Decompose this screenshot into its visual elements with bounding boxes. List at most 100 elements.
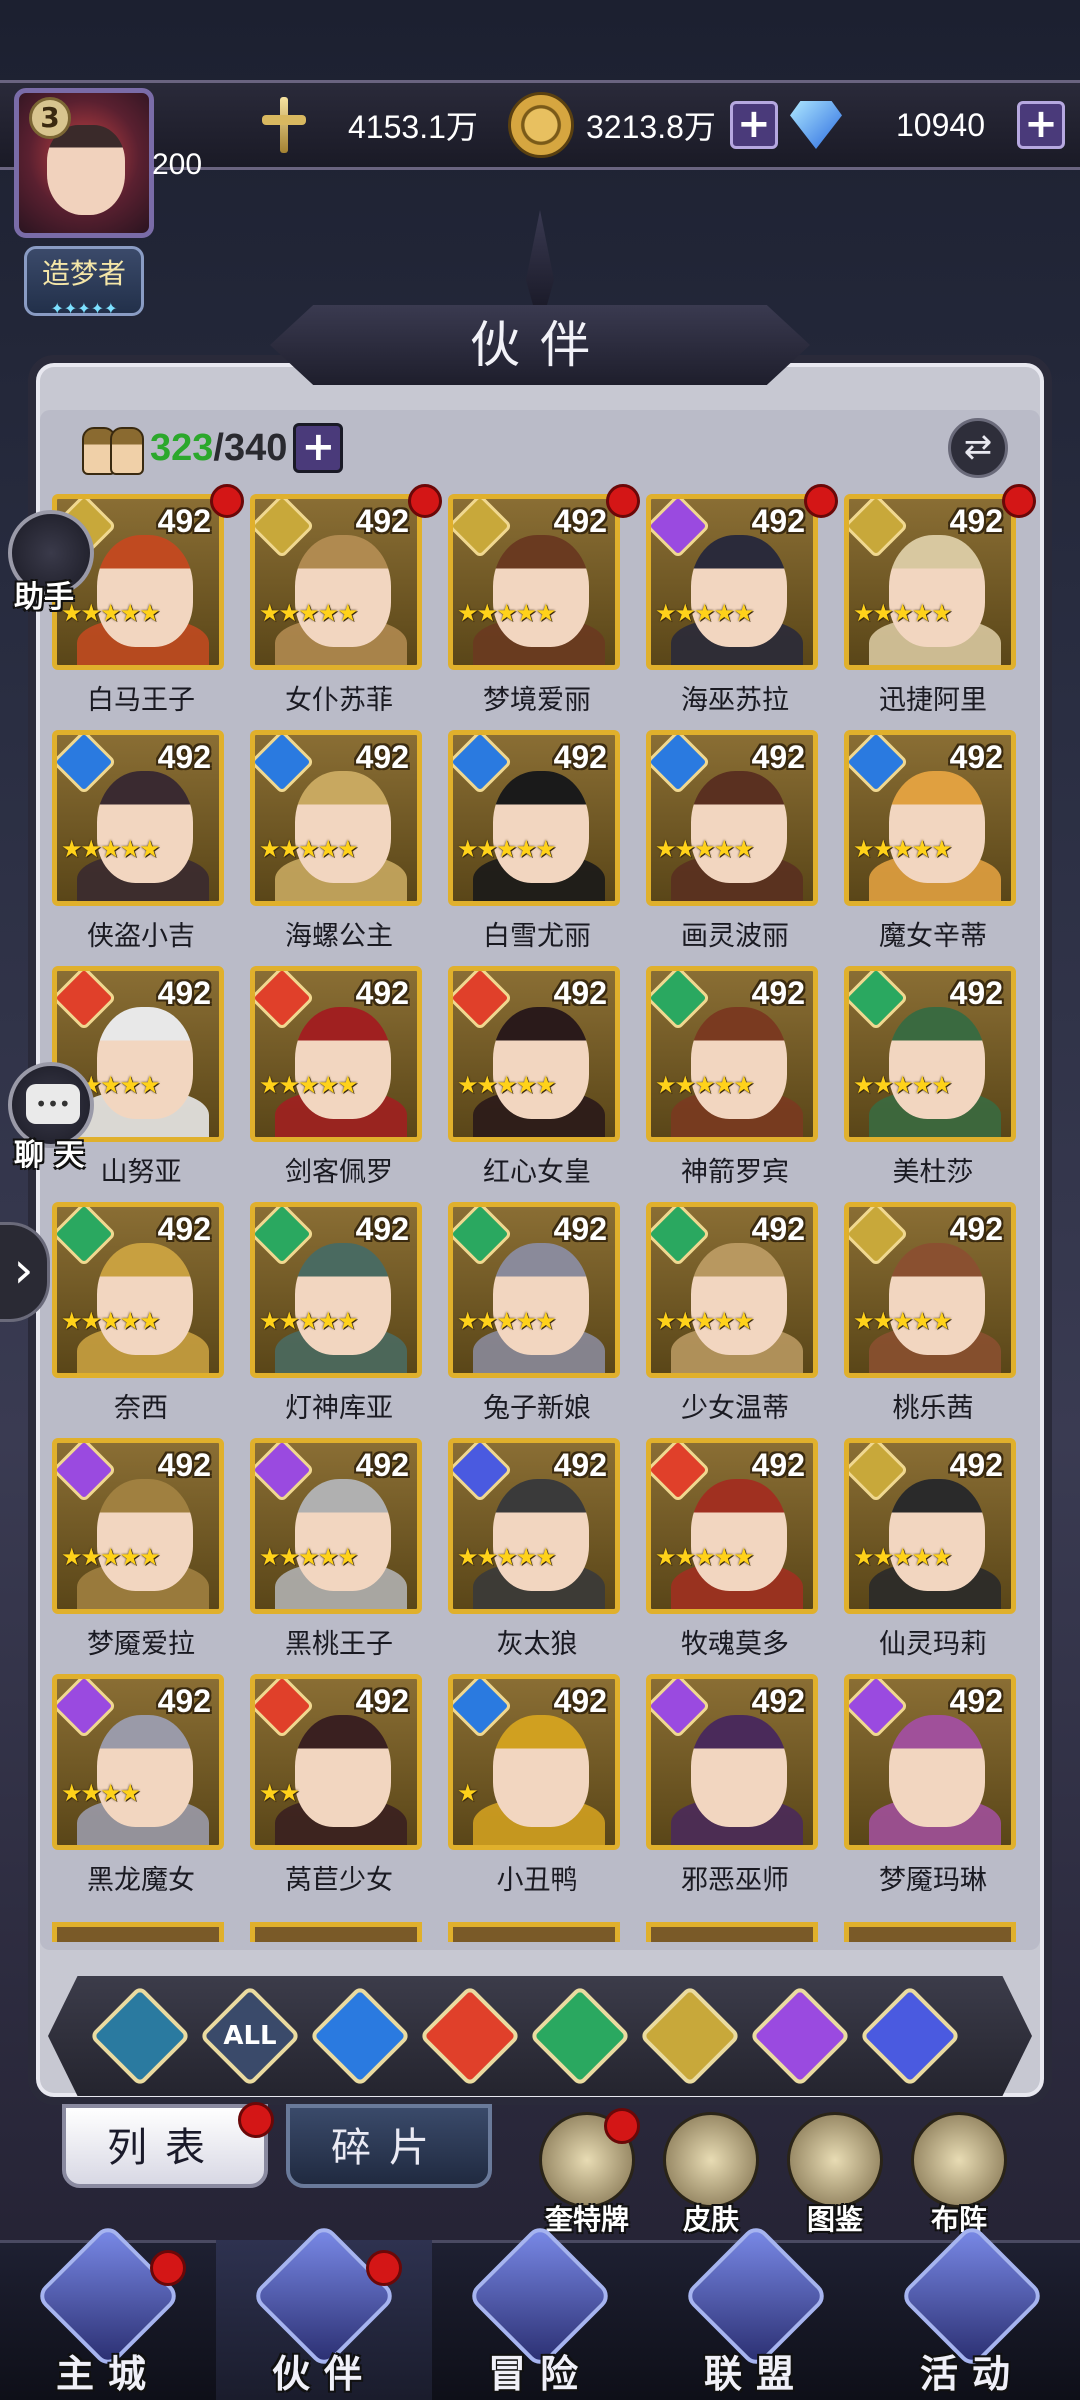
diamond-value: 10940 — [896, 106, 985, 143]
filter-label — [108, 2004, 172, 2068]
hero-card[interactable]: 492 ★★ 莴苣少女 — [250, 1674, 428, 1896]
player-level-badge: 3 — [29, 97, 71, 139]
nav-alliance-shield[interactable]: 联盟 — [648, 2222, 864, 2400]
hero-portrait — [493, 1007, 589, 1119]
hero-card-partial[interactable] — [52, 1922, 224, 1942]
hero-star-rating: ★★★★★ — [655, 1543, 755, 1571]
hero-level: 492 — [157, 1447, 211, 1483]
hero-card[interactable]: 492 ★★★★★ 奈西 — [52, 1202, 230, 1424]
hero-star-rating: ★★★★★ — [61, 835, 161, 863]
hero-card[interactable]: 492 ★★★★ 黑龙魔女 — [52, 1674, 230, 1896]
hero-star-rating: ★★★★★ — [655, 599, 755, 627]
hero-card[interactable]: 492 ★★★★★ 灯神库亚 — [250, 1202, 428, 1424]
tool-formation-button[interactable]: 布阵 — [904, 2112, 1014, 2238]
hero-name: 侠盗小吉 — [87, 921, 195, 952]
nav-castle[interactable]: 主城 — [0, 2222, 216, 2400]
hero-star-rating: ★ — [457, 1779, 478, 1807]
hero-card[interactable]: 492 ★★★★★ 梦境爱丽 — [448, 484, 640, 716]
hero-level: 492 — [751, 739, 805, 775]
player-title-plaque[interactable]: 造梦者 ✦✦✦✦✦ — [24, 246, 144, 317]
tool-codex-button[interactable]: 图鉴 — [780, 2112, 890, 2238]
hero-name: 红心女皇 — [483, 1157, 591, 1188]
hero-star-rating: ★★★★★ — [853, 1543, 953, 1571]
hero-portrait-frame: 492 ★★★★★ — [52, 1202, 224, 1378]
hero-portrait-frame: 492 ★★★★★ — [646, 494, 818, 670]
hero-name: 仙灵玛莉 — [879, 1629, 987, 1660]
hero-portrait — [97, 1479, 193, 1591]
hero-portrait — [691, 771, 787, 883]
light-element-icon — [255, 499, 315, 559]
hero-star-rating: ★★★★★ — [457, 835, 557, 863]
hero-portrait — [691, 1243, 787, 1355]
nav-adventure-compass[interactable]: 冒险 — [432, 2222, 648, 2400]
partner-count: 323/340 + — [80, 418, 344, 478]
hero-card[interactable]: 492 ★★★★★ 桃乐茜 — [844, 1202, 1022, 1424]
hero-star-rating: ★★★★★ — [853, 835, 953, 863]
hero-portrait-frame: 492 ★★★★★ — [448, 966, 620, 1142]
hero-card[interactable]: 492 ★★★★★ 灰太狼 — [448, 1438, 626, 1660]
hero-card[interactable]: 492 ★★★★★ 美杜莎 — [844, 966, 1022, 1188]
tool-skin-button[interactable]: 皮肤 — [656, 2112, 766, 2238]
hero-card[interactable]: 492 ★★★★★ 仙灵玛莉 — [844, 1438, 1022, 1660]
hero-card-partial[interactable] — [448, 1922, 620, 1942]
chat-label: 聊 天 — [14, 1138, 85, 1173]
hero-star-rating: ★★★★★ — [457, 1543, 557, 1571]
hero-name: 画灵波丽 — [681, 921, 789, 952]
hero-card-partial[interactable] — [844, 1922, 1016, 1942]
hero-portrait — [97, 535, 193, 647]
dark-element-icon — [651, 1679, 711, 1739]
filter-label — [548, 2004, 612, 2068]
diamond-display: 10940 + — [784, 92, 1065, 158]
gold-display: 3213.8万 + — [508, 92, 778, 158]
player-avatar[interactable]: 3 — [14, 88, 154, 238]
hero-card[interactable]: 492 ★★★★★ 海巫苏拉 — [646, 484, 838, 716]
hero-card[interactable]: 492 ★★★★★ 兔子新娘 — [448, 1202, 626, 1424]
hero-card[interactable]: 492 ★★★★★ 黑桃王子 — [250, 1438, 428, 1660]
hero-card-partial[interactable] — [250, 1922, 422, 1942]
hero-card[interactable]: 492 ★★★★★ 梦魇爱拉 — [52, 1438, 230, 1660]
diamond-icon — [784, 97, 848, 153]
hero-level: 492 — [553, 1683, 607, 1719]
hero-card[interactable]: 492 ★★★★★ 魔女辛蒂 — [844, 730, 1022, 952]
add-diamond-button[interactable]: + — [1016, 101, 1065, 149]
hero-card[interactable]: 492 ★★★★★ 女仆苏菲 — [250, 484, 442, 716]
tab-list[interactable]: 列表 — [62, 2102, 274, 2188]
hero-portrait — [889, 1243, 985, 1355]
hero-card[interactable]: 492 ★★★★★ 白雪尤丽 — [448, 730, 626, 952]
nav-activity-cards[interactable]: 活动 — [864, 2222, 1080, 2400]
hero-card[interactable]: 492 ★★★★★ 神箭罗宾 — [646, 966, 824, 1188]
fire-element-icon — [255, 1679, 315, 1739]
hero-card[interactable]: 492 ★★★★★ 牧魂莫多 — [646, 1438, 824, 1660]
hero-portrait — [295, 535, 391, 647]
hero-card[interactable]: 492 ★★★★★ 迅捷阿里 — [844, 484, 1036, 716]
filter-label — [658, 2004, 722, 2068]
hero-name: 海巫苏拉 — [681, 685, 789, 716]
hero-name: 灰太狼 — [496, 1629, 578, 1660]
hero-card[interactable]: 492 ★★★★★ 侠盗小吉 — [52, 730, 230, 952]
hero-card[interactable]: 492 梦魇玛琳 — [844, 1674, 1022, 1896]
nav-partner-hat[interactable]: 伙伴 — [216, 2222, 432, 2400]
hero-card-partial[interactable] — [646, 1922, 818, 1942]
hero-name: 邪恶巫师 — [681, 1865, 789, 1896]
hero-card[interactable]: 492 ★★★★★ 剑客佩罗 — [250, 966, 428, 1188]
hero-card[interactable]: 492 邪恶巫师 — [646, 1674, 824, 1896]
sort-toggle-button[interactable]: ⇄ — [948, 418, 1008, 478]
hero-portrait-frame: 492 ★★★★★ — [52, 1438, 224, 1614]
tool-quest-card-button[interactable]: 奎特牌 — [532, 2108, 642, 2238]
add-gold-button[interactable]: + — [729, 101, 778, 149]
nav-label: 活动 — [919, 2351, 1024, 2396]
light-element-icon — [453, 499, 513, 559]
hero-card[interactable]: 492 ★★★★★ 画灵波丽 — [646, 730, 824, 952]
tab-fragments[interactable]: 碎片 — [286, 2104, 492, 2188]
hero-portrait — [295, 1715, 391, 1827]
tool-label: 图鉴 — [806, 2203, 863, 2236]
hero-card[interactable]: 492 ★ 小丑鸭 — [448, 1674, 626, 1896]
hero-level: 492 — [751, 1447, 805, 1483]
hero-name: 灯神库亚 — [285, 1393, 393, 1424]
hero-card[interactable]: 492 ★★★★★ 红心女皇 — [448, 966, 626, 1188]
hero-card[interactable]: 492 ★★★★★ 少女温蒂 — [646, 1202, 824, 1424]
hero-level: 492 — [355, 1211, 409, 1247]
hero-card[interactable]: 492 ★★★★★ 海螺公主 — [250, 730, 428, 952]
expand-capacity-button[interactable]: + — [293, 423, 344, 473]
hero-portrait-frame: 492 ★★★★★ — [844, 730, 1016, 906]
